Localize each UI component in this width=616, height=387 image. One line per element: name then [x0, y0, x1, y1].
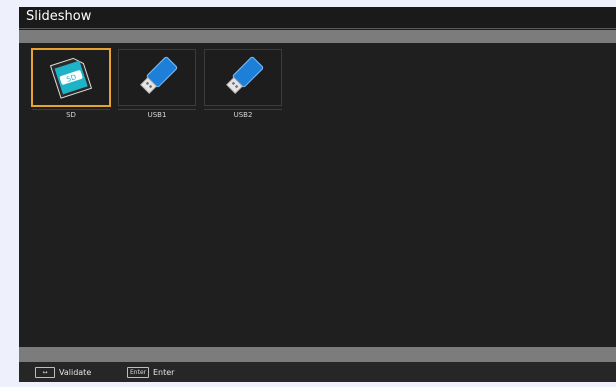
- device-label: SD: [32, 109, 110, 122]
- device-tile-usb1[interactable]: USB1: [118, 49, 196, 121]
- bottom-toolbar-strip: [19, 347, 616, 362]
- enter-hint-label: Enter: [153, 368, 175, 377]
- device-grid: SD SD USB1 USB2: [19, 43, 616, 347]
- enter-key-icon: Enter: [127, 367, 149, 378]
- device-tile-sd[interactable]: SD SD: [31, 48, 111, 122]
- title-bar: Slideshow: [19, 7, 616, 29]
- slideshow-screen: Slideshow SD SD USB1 USB2 ↔ Validate Ent…: [19, 7, 616, 382]
- usb-drive-icon: [140, 56, 178, 94]
- window-title: Slideshow: [26, 9, 92, 24]
- top-toolbar-strip: [19, 30, 616, 43]
- enter-hint: Enter Enter: [127, 367, 174, 378]
- device-label: USB2: [204, 109, 282, 122]
- device-thumbnail: SD: [31, 48, 111, 107]
- select-hint-label: Validate: [59, 368, 92, 377]
- sd-card-icon: SD: [49, 57, 93, 99]
- device-tile-usb2[interactable]: USB2: [204, 49, 282, 121]
- device-label: USB1: [118, 109, 196, 122]
- device-thumbnail: [118, 49, 196, 106]
- usb-drive-icon: [226, 56, 264, 94]
- select-hint: ↔ Validate: [35, 367, 91, 378]
- arrow-keys-icon: ↔: [35, 367, 55, 378]
- device-thumbnail: [204, 49, 282, 106]
- footer-hints: ↔ Validate Enter Enter: [19, 362, 616, 382]
